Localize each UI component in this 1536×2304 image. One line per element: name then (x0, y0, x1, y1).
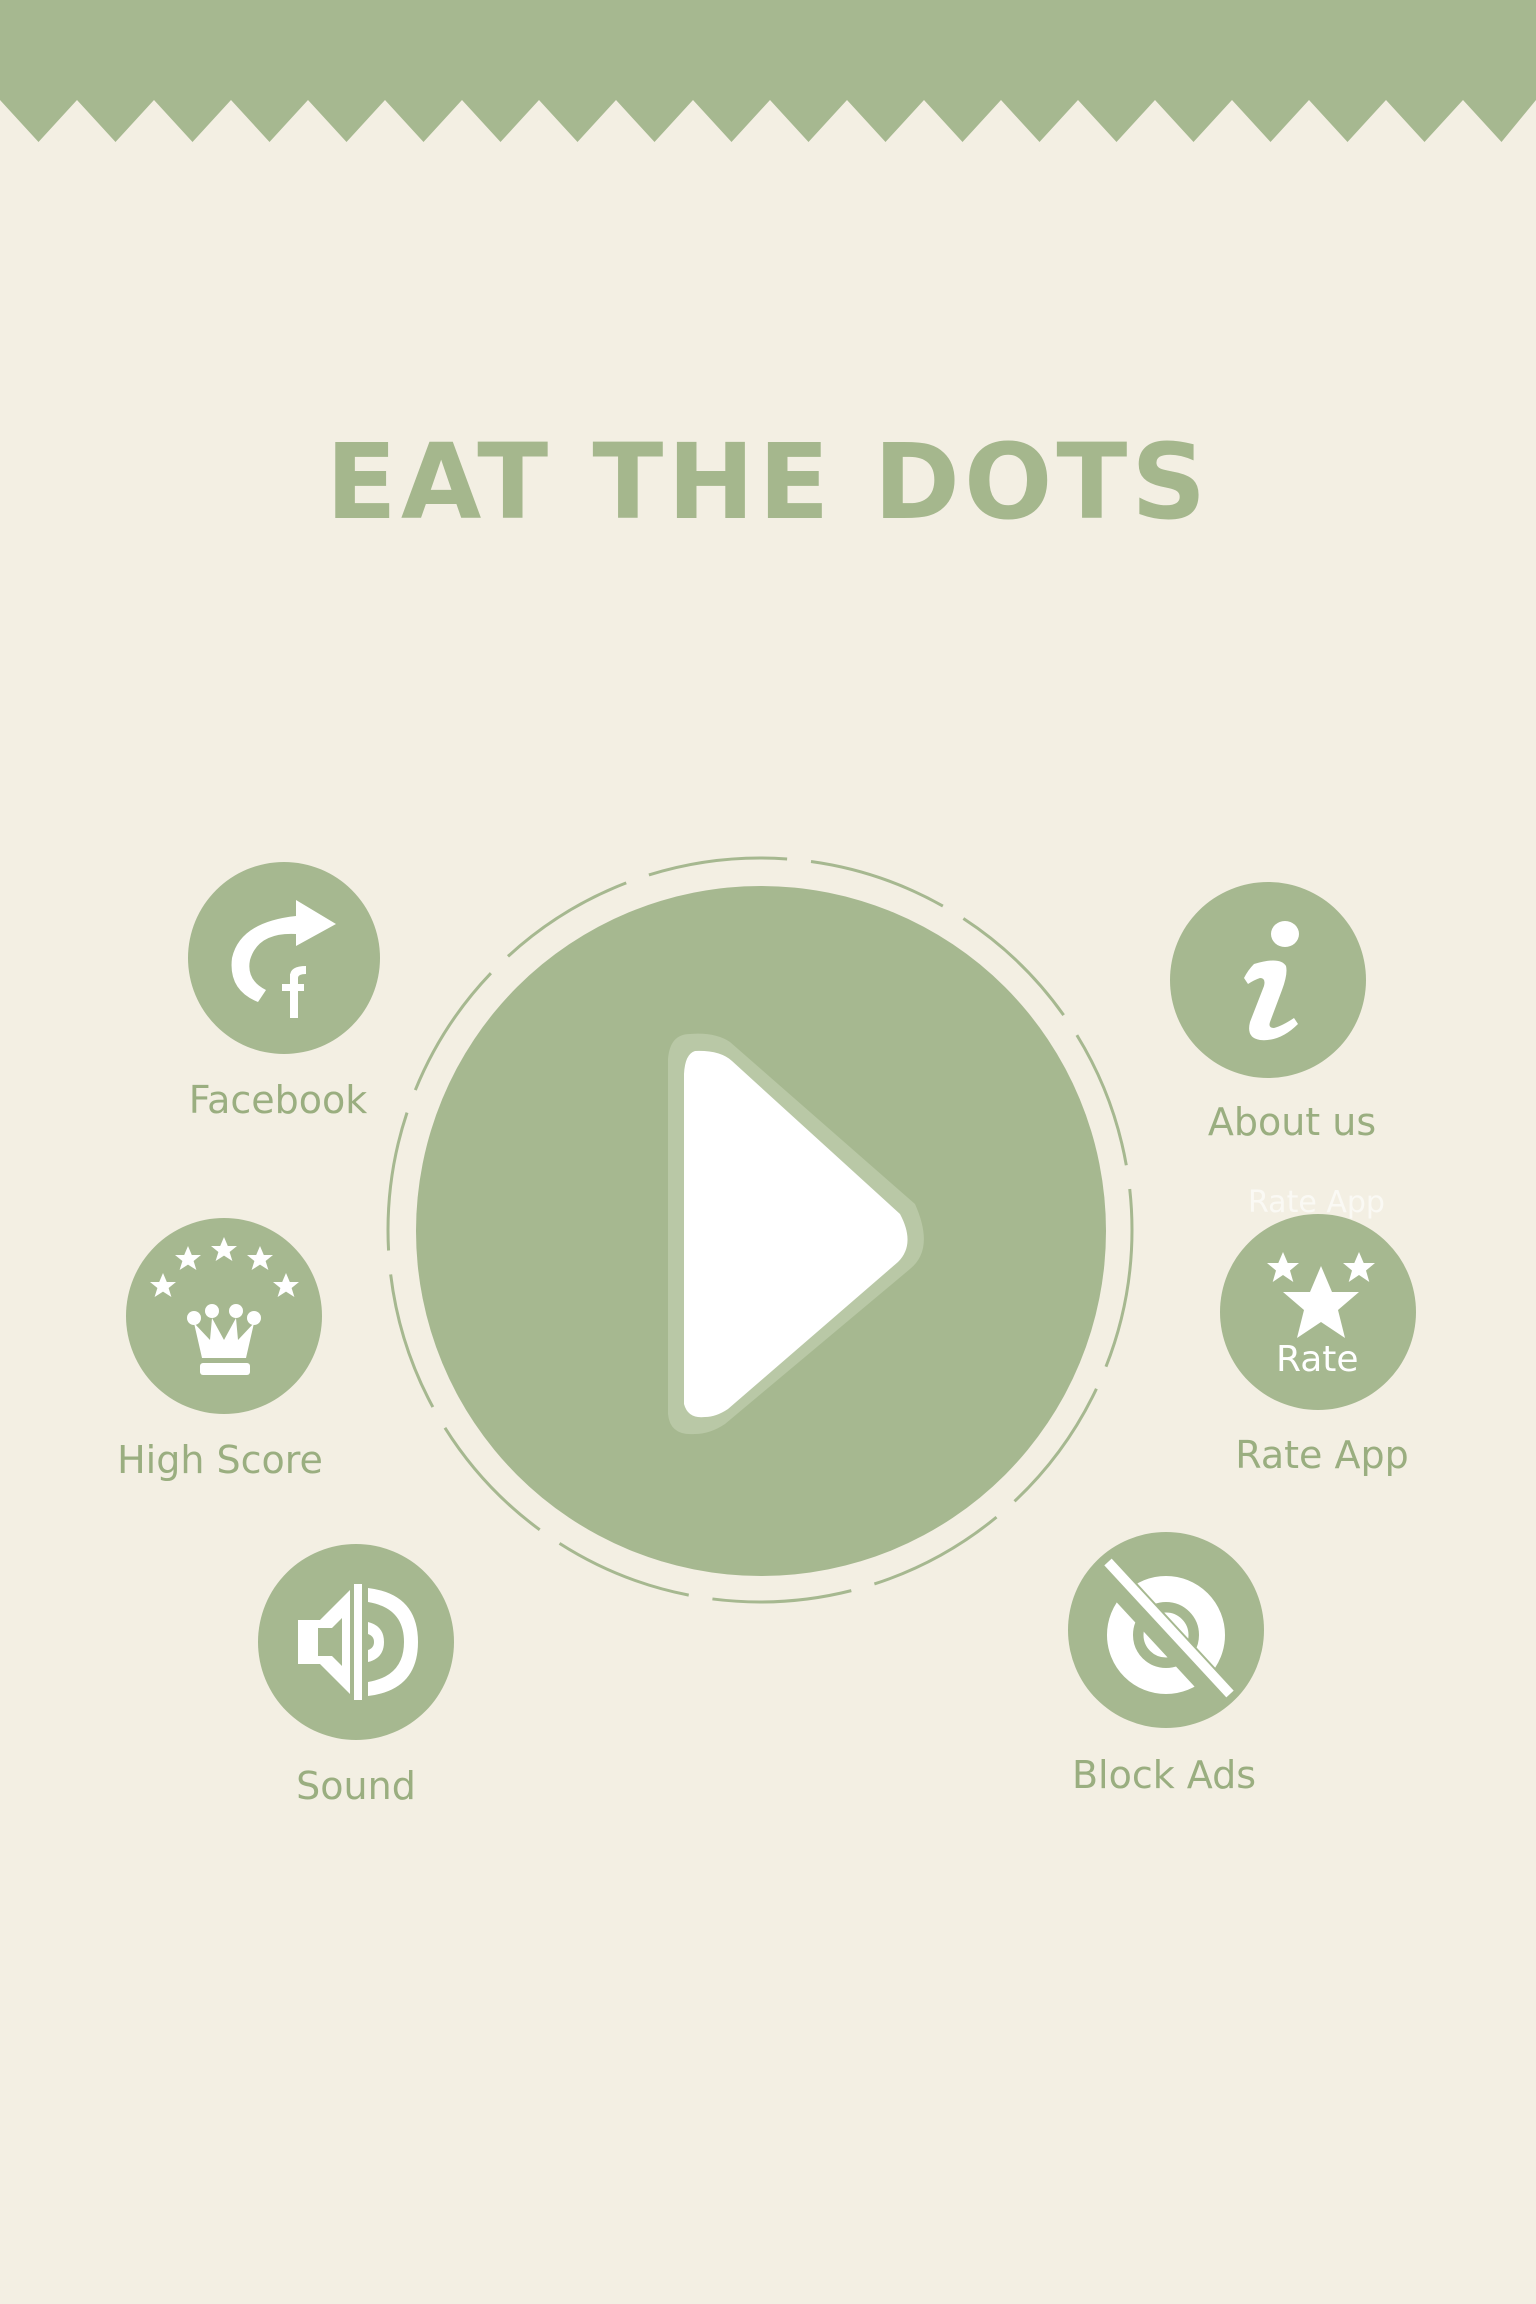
zigzag-banner (0, 0, 1536, 142)
sound-button[interactable] (258, 1544, 454, 1740)
high-score-label: High Score (117, 1438, 323, 1482)
crown-stars-icon (150, 1237, 299, 1375)
facebook-label: Facebook (188, 1078, 368, 1122)
facebook-button[interactable] (188, 862, 380, 1054)
rate-icon-text: Rate (1276, 1339, 1359, 1380)
about-button[interactable] (1170, 882, 1366, 1078)
block-ads-button[interactable] (1068, 1532, 1264, 1728)
speaker-icon (298, 1584, 418, 1700)
no-ads-icon (1093, 1558, 1237, 1710)
rate-app-label: Rate App (1235, 1433, 1409, 1477)
high-score-button[interactable] (126, 1218, 322, 1414)
info-icon (1244, 921, 1299, 1041)
play-icon (668, 1033, 924, 1435)
play-button[interactable] (416, 886, 1106, 1576)
share-facebook-icon (231, 900, 336, 1018)
block-ads-label: Block Ads (1071, 1753, 1257, 1797)
main-menu-screen: EAT THE DOTS Facebook High Score Sound A… (0, 0, 1536, 2304)
about-label: About us (1207, 1100, 1377, 1144)
star-rate-icon (1267, 1252, 1375, 1338)
rate-app-button[interactable]: Rate (1220, 1214, 1416, 1410)
game-title: EAT THE DOTS (325, 421, 1211, 543)
sound-label: Sound (296, 1764, 416, 1808)
